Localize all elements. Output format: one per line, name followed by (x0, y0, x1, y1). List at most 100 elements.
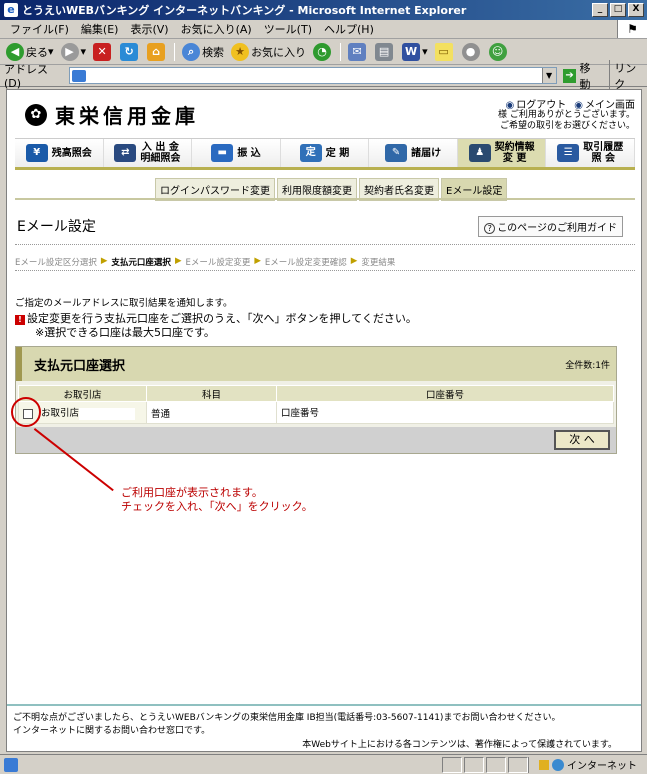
refresh-button[interactable]: ↻ (118, 42, 142, 61)
footer-internet-contact[interactable]: インターネットに関するお問い合わせ窓口です。 (13, 723, 210, 736)
step-2: 支払元口座選択 (111, 258, 171, 268)
menu-help[interactable]: ヘルプ(H) (318, 21, 380, 37)
go-label: 移動 (579, 61, 591, 91)
step-1: Eメール設定区分選択 (15, 258, 97, 268)
links-button[interactable]: リンク (609, 59, 647, 92)
messenger-icon: ☺ (488, 42, 507, 61)
chevron-down-icon[interactable]: ▼ (541, 68, 556, 83)
logout-link[interactable]: ログアウト (506, 96, 566, 111)
nav-contract[interactable]: ♟ 契約情報 変 更 (457, 139, 547, 167)
account-select-panel: 支払元口座選択 全件数:1件 お取引店 科目 口座番号 お取引店 普通 口座番号… (15, 346, 617, 454)
site-header: ✿ 東栄信用金庫 ログアウト メイン画面 様 ご利用ありがとうございます。 ご希… (7, 90, 641, 136)
menu-favorites[interactable]: お気に入り(A) (175, 21, 258, 37)
usage-guide-button[interactable]: ? このページのご利用ガイド (478, 216, 623, 237)
nav-balance[interactable]: ¥ 残高照会 (15, 139, 104, 167)
search-label: 検索 (202, 45, 225, 59)
print-button[interactable]: ▤ (373, 42, 397, 61)
menu-tools[interactable]: ツール(T) (258, 21, 318, 37)
note-icon: ▭ (434, 42, 453, 61)
step-4: Eメール設定変更確認 (264, 258, 347, 268)
nav-notifications[interactable]: ✎ 諸届け (369, 139, 458, 167)
cell-number: 口座番号 (276, 401, 614, 424)
status-pane (486, 756, 506, 773)
windows-logo-icon: ⚑ (617, 20, 647, 38)
lock-icon (539, 759, 549, 770)
nav-history[interactable]: ☰ 取引履歴 照 会 (546, 139, 636, 167)
menu-view[interactable]: 表示(V) (124, 21, 174, 37)
next-button[interactable]: 次 へ (554, 430, 610, 450)
branch-value: お取引店 (41, 408, 80, 420)
home-button[interactable]: ⌂ (145, 42, 169, 61)
mail-icon: ✉ (348, 42, 367, 61)
globe-icon (552, 758, 564, 771)
page-status-icon (4, 757, 18, 772)
status-pane (508, 756, 528, 773)
go-button[interactable]: ➔ 移動 (562, 60, 602, 92)
zone-label: インターネット (567, 761, 637, 772)
nav-transfer-label: 振 込 (237, 147, 261, 159)
search-button[interactable]: ⌕ 検索 (180, 42, 226, 61)
printer-icon: ▤ (375, 42, 394, 61)
panel-count: 全件数:1件 (565, 360, 610, 371)
status-bar: インターネット (0, 754, 647, 774)
global-nav: ¥ 残高照会 ⇄ 入 出 金 明細照会 ▬ 振 込 定定 期 ✎ 諸届け ♟ 契約情報 変… (15, 138, 636, 170)
page-icon (71, 69, 86, 82)
callout-text: ご利用口座が表示されます。 チェックを入れ、「次へ」をクリック。 (121, 486, 313, 514)
panel-title: 支払元口座選択 (34, 358, 126, 374)
security-zone[interactable]: インターネット (528, 756, 647, 773)
panel-header: 支払元口座選択 全件数:1件 (16, 347, 616, 381)
window-titlebar: e とうえいWEBバンキング インターネットバンキング - Microsoft … (0, 0, 647, 20)
help-icon: ? (484, 223, 496, 234)
type-value: 普通 (151, 408, 171, 420)
messenger-button[interactable]: ☺ (487, 42, 511, 61)
toolbar-separator (174, 42, 176, 61)
discuss-button[interactable]: ● (460, 42, 484, 61)
table-row[interactable]: お取引店 普通 口座番号 (18, 401, 614, 424)
footer-contact: ご不明な点がございましたら、とうえいWEBバンキングの東栄信用金庫 IB担当(電… (13, 713, 561, 723)
history-button[interactable]: ◔ (311, 42, 335, 61)
home-icon: ⌂ (147, 42, 166, 61)
ie-icon: e (4, 3, 18, 17)
favorites-button[interactable]: ★ お気に入り (229, 42, 308, 61)
forward-button[interactable]: ▶ ▾ (59, 42, 89, 61)
divider (15, 244, 635, 245)
nav-deposit[interactable]: 定定 期 (280, 139, 370, 167)
callout-line1: ご利用口座が表示されます。 (121, 486, 263, 499)
main-menu-link[interactable]: メイン画面 (574, 96, 635, 111)
minimize-button[interactable]: _ (592, 3, 608, 17)
menu-file[interactable]: ファイル(F) (4, 21, 75, 37)
nav-notifications-label: 諸届け (411, 147, 442, 159)
window-title: とうえいWEBバンキング インターネットバンキング - Microsoft In… (22, 4, 467, 17)
close-button[interactable]: X (628, 3, 644, 17)
button-row: 次 へ (16, 427, 616, 453)
nav-statement[interactable]: ⇄ 入 出 金 明細照会 (103, 139, 193, 167)
refresh-icon: ↻ (120, 42, 139, 61)
bank-name: 東栄信用金庫 (55, 104, 199, 128)
highlight-circle (11, 397, 41, 427)
page-content: ✿ 東栄信用金庫 ログアウト メイン画面 様 ご利用ありがとうございます。 ご希… (6, 89, 642, 752)
instruction-line2: ※選択できる口座は最大5口座です。 (35, 326, 215, 339)
back-button[interactable]: ◀ 戻る ▾ (4, 42, 56, 61)
branch-field (79, 407, 136, 420)
go-arrow-icon: ➔ (562, 68, 577, 83)
col-type: 科目 (146, 385, 277, 402)
step-5: 変更結果 (361, 258, 396, 268)
edit-button[interactable]: W ▾ (400, 42, 430, 61)
stop-icon: ✕ (93, 42, 112, 61)
status-pane (464, 756, 484, 773)
nav-balance-label: 残高照会 (51, 147, 92, 159)
usage-guide-label: このページのご利用ガイド (497, 223, 617, 234)
stop-button[interactable]: ✕ (91, 42, 115, 61)
callout-line2: チェックを入れ、「次へ」をクリック。 (121, 500, 313, 513)
mail-button[interactable]: ✉ (346, 42, 370, 61)
notice-text: ご指定のメールアドレスに取引結果を通知します。 (15, 298, 233, 309)
divider (15, 270, 635, 271)
maximize-button[interactable]: □ (610, 3, 626, 17)
menu-edit[interactable]: 編集(E) (75, 21, 125, 37)
note-button[interactable]: ▭ (433, 42, 457, 61)
nav-transfer[interactable]: ▬ 振 込 (192, 139, 281, 167)
browser-toolbar: ◀ 戻る ▾ ▶ ▾ ✕ ↻ ⌂ ⌕ 検索 ★ お気に入り ◔ ✉ ▤ W ▾ ▭ ●… (0, 39, 647, 65)
menu-bar: ファイル(F) 編集(E) 表示(V) お気に入り(A) ツール(T) ヘルプ(… (0, 20, 647, 39)
address-input[interactable]: ▼ (68, 67, 557, 84)
bank-logo[interactable]: ✿ 東栄信用金庫 (25, 100, 199, 129)
